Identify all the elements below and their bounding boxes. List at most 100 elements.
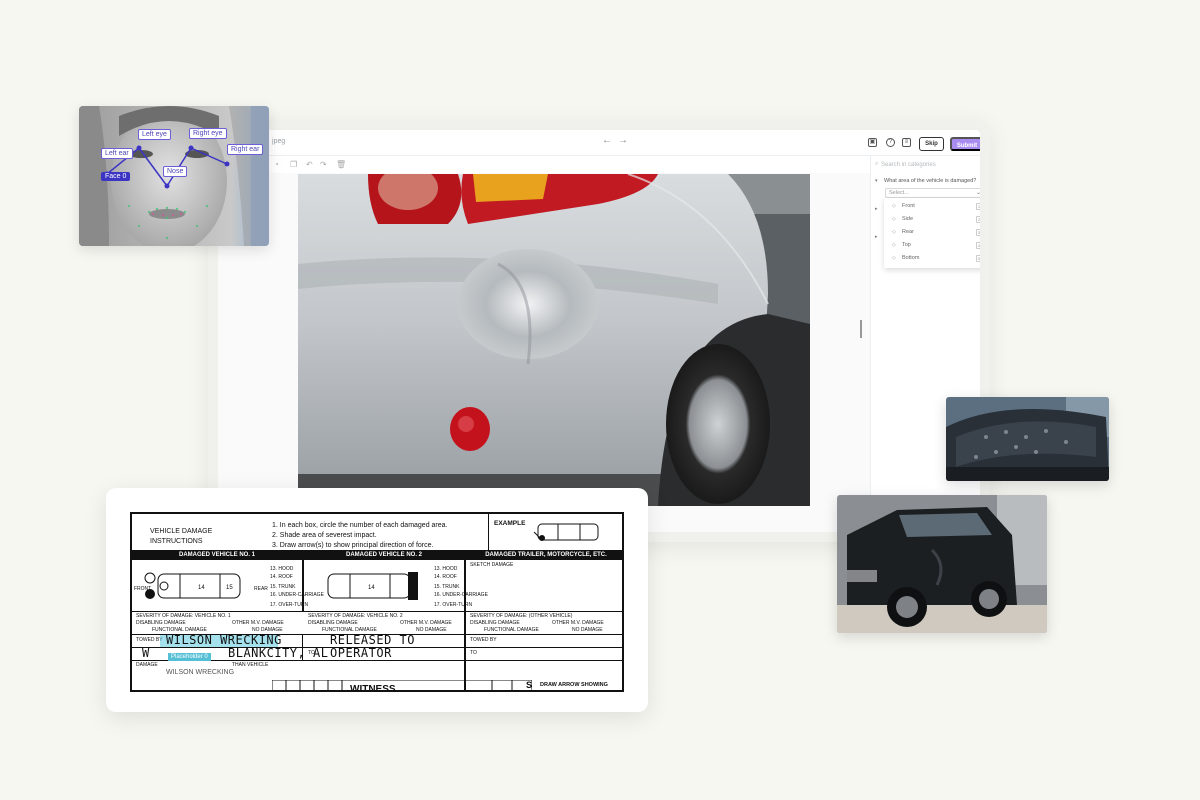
copy-icon[interactable]: ❐	[290, 160, 297, 169]
checkbox-disabling[interactable]: DISABLING DAMAGE	[308, 620, 358, 626]
keypoint-label-right-eye[interactable]: Right eye	[189, 128, 227, 139]
skip-button[interactable]: Skip	[919, 137, 944, 151]
instruction-2: 2. Shade area of severest impact.	[272, 532, 377, 539]
category-search-input[interactable]: Search in categories	[881, 162, 936, 168]
option-label: Side	[902, 216, 914, 222]
part-overturn: 17. OVER-TURN	[270, 602, 309, 608]
damage-other-label: DAMAGE	[136, 662, 158, 668]
vehicle-damage-form: VEHICLE DAMAGE INSTRUCTIONS 1. In each b…	[130, 512, 624, 692]
svg-text:14: 14	[368, 585, 375, 591]
annotation-tag[interactable]: Placeholder 0	[168, 653, 211, 661]
handwritten-city: BLANKCITY, AL	[228, 646, 329, 660]
sketch-damage-label: SKETCH DAMAGE	[470, 562, 514, 568]
witness-label: WITNESS	[350, 684, 396, 692]
trash-icon[interactable]: 🗑	[336, 160, 346, 169]
damage-area-select[interactable]: Select... ⌄	[885, 188, 980, 198]
keypoint-label-left-ear[interactable]: Left ear	[101, 148, 133, 159]
tag-icon: ◇	[892, 203, 896, 209]
vehicle-2-diagram: 14	[327, 572, 418, 600]
option-rear[interactable]: ◇ Rear 3	[884, 226, 980, 239]
column-header-vehicle-1: DAMAGED VEHICLE NO. 1	[132, 551, 302, 560]
tag-icon: ◇	[892, 216, 896, 222]
hail-damage-thumbnail[interactable]	[946, 397, 1109, 481]
svg-text:15: 15	[226, 585, 233, 591]
checkbox-other-mv[interactable]: OTHER M.V. DAMAGE	[232, 620, 284, 626]
severity-other: SEVERITY OF DAMAGE: (OTHER VEHICLE)	[470, 613, 573, 619]
file-name: jpeg	[272, 138, 286, 145]
side-damage-thumbnail[interactable]	[837, 495, 1047, 633]
towed-by-label: TOWED BY	[136, 637, 163, 643]
side-damaged-suv-photo	[837, 495, 1047, 633]
hotkey-badge: 1	[976, 203, 980, 210]
tag-icon: ◇	[892, 255, 896, 261]
handwritten-released-to: RELEASED TO	[330, 633, 415, 647]
help-icon[interactable]: ?	[886, 138, 895, 147]
face-instance-label[interactable]: Face 0	[101, 172, 131, 181]
option-label: Bottom	[902, 255, 920, 261]
draw-arrow-label: DRAW ARROW SHOWING	[540, 682, 608, 688]
checkbox-disabling[interactable]: DISABLING DAMAGE	[470, 620, 520, 626]
checkbox-other-mv[interactable]: OTHER M.V. DAMAGE	[552, 620, 604, 626]
form-title: VEHICLE DAMAGE	[150, 528, 213, 535]
part-trunk: 15. TRUNK	[434, 584, 460, 590]
towed-by-label: TOWED BY	[470, 637, 497, 643]
face-keypoint-card: Left eye Right eye Left ear Right ear No…	[79, 106, 269, 246]
question-label: What area of the vehicle is damaged?	[884, 178, 977, 184]
option-top[interactable]: ◇ Top 4	[884, 239, 980, 252]
option-label: Top	[902, 242, 911, 248]
chevron-right-icon[interactable]: ▸	[875, 234, 878, 240]
front-label: FRONT	[134, 586, 152, 592]
hotkey-badge: 4	[976, 242, 980, 249]
checkbox-other-mv[interactable]: OTHER M.V. DAMAGE	[400, 620, 452, 626]
submit-button[interactable]: Submit	[950, 137, 980, 151]
hail-damaged-car-photo	[946, 397, 1109, 481]
part-overturn: 17. OVER-TURN	[434, 602, 473, 608]
form-rule	[488, 514, 489, 550]
checkbox-no-damage[interactable]: NO DAMAGE	[416, 627, 447, 633]
section-s-label: S	[526, 680, 533, 690]
checkbox-disabling[interactable]: DISABLING DAMAGE	[136, 620, 186, 626]
keypoint-label-left-eye[interactable]: Left eye	[138, 129, 171, 140]
keypoint-label-right-ear[interactable]: Right ear	[227, 144, 264, 155]
option-side[interactable]: ◇ Side 2	[884, 213, 980, 226]
handwritten-initial: W	[142, 646, 150, 660]
document-icon[interactable]: ≡	[902, 138, 911, 147]
form-rule	[132, 611, 622, 612]
example-car-diagram	[533, 523, 599, 541]
to-label: TO	[470, 650, 477, 656]
panel-resize-handle[interactable]	[860, 320, 862, 338]
form-subtitle: INSTRUCTIONS	[150, 538, 203, 545]
chevron-down-icon[interactable]: ▾	[875, 178, 878, 184]
option-front[interactable]: ◇ Front 1	[884, 200, 980, 213]
chevron-down-icon: ⌄	[975, 190, 980, 196]
part-undercarriage: 16. UNDER-CARRIAGE	[434, 592, 488, 598]
document-card: VEHICLE DAMAGE INSTRUCTIONS 1. In each b…	[106, 488, 648, 712]
annotation-tool-window: jpeg ← → ▣ ? ≡ Skip Submit ◐ ◔ ❐ ↶ ↷ 🗑	[208, 120, 990, 542]
arrow-left-icon[interactable]: ←	[602, 135, 612, 146]
annotation-tool-frame: jpeg ← → ▣ ? ≡ Skip Submit ◐ ◔ ❐ ↶ ↷ 🗑	[218, 130, 980, 532]
part-roof: 14. ROOF	[270, 574, 293, 580]
annotation-tag-value[interactable]: WILSON WRECKING	[162, 666, 262, 679]
option-label: Rear	[902, 229, 914, 235]
example-label: EXAMPLE	[494, 520, 526, 527]
arrow-right-icon[interactable]: →	[618, 135, 628, 146]
svg-text:14: 14	[198, 585, 205, 591]
undo-icon[interactable]: ↶	[306, 160, 313, 169]
handwritten-towed-by: WILSON WRECKING	[166, 633, 282, 647]
option-bottom[interactable]: ◇ Bottom 5	[884, 252, 980, 265]
chevron-right-icon[interactable]: ▸	[875, 206, 878, 212]
select-placeholder: Select...	[889, 190, 909, 196]
comment-icon[interactable]: ◔	[274, 160, 279, 169]
damage-area-options: ◇ Front 1 ◇ Side 2 ◇ Rear 3 ◇ Top 4 ◇ Bo…	[884, 198, 980, 268]
checkbox-functional[interactable]: FUNCTIONAL DAMAGE	[484, 627, 539, 633]
option-label: Front	[902, 203, 915, 209]
form-grid	[272, 680, 532, 690]
instruction-3: 3. Draw arrow(s) to show principal direc…	[272, 542, 434, 549]
redo-icon[interactable]: ↷	[320, 160, 327, 169]
part-hood: 13. HOOD	[434, 566, 458, 572]
checkbox-no-damage[interactable]: NO DAMAGE	[572, 627, 603, 633]
image-icon[interactable]: ▣	[868, 138, 877, 147]
keypoint-label-nose[interactable]: Nose	[163, 166, 188, 177]
instruction-1: 1. In each box, circle the number of eac…	[272, 522, 448, 529]
hotkey-badge: 2	[976, 216, 980, 223]
